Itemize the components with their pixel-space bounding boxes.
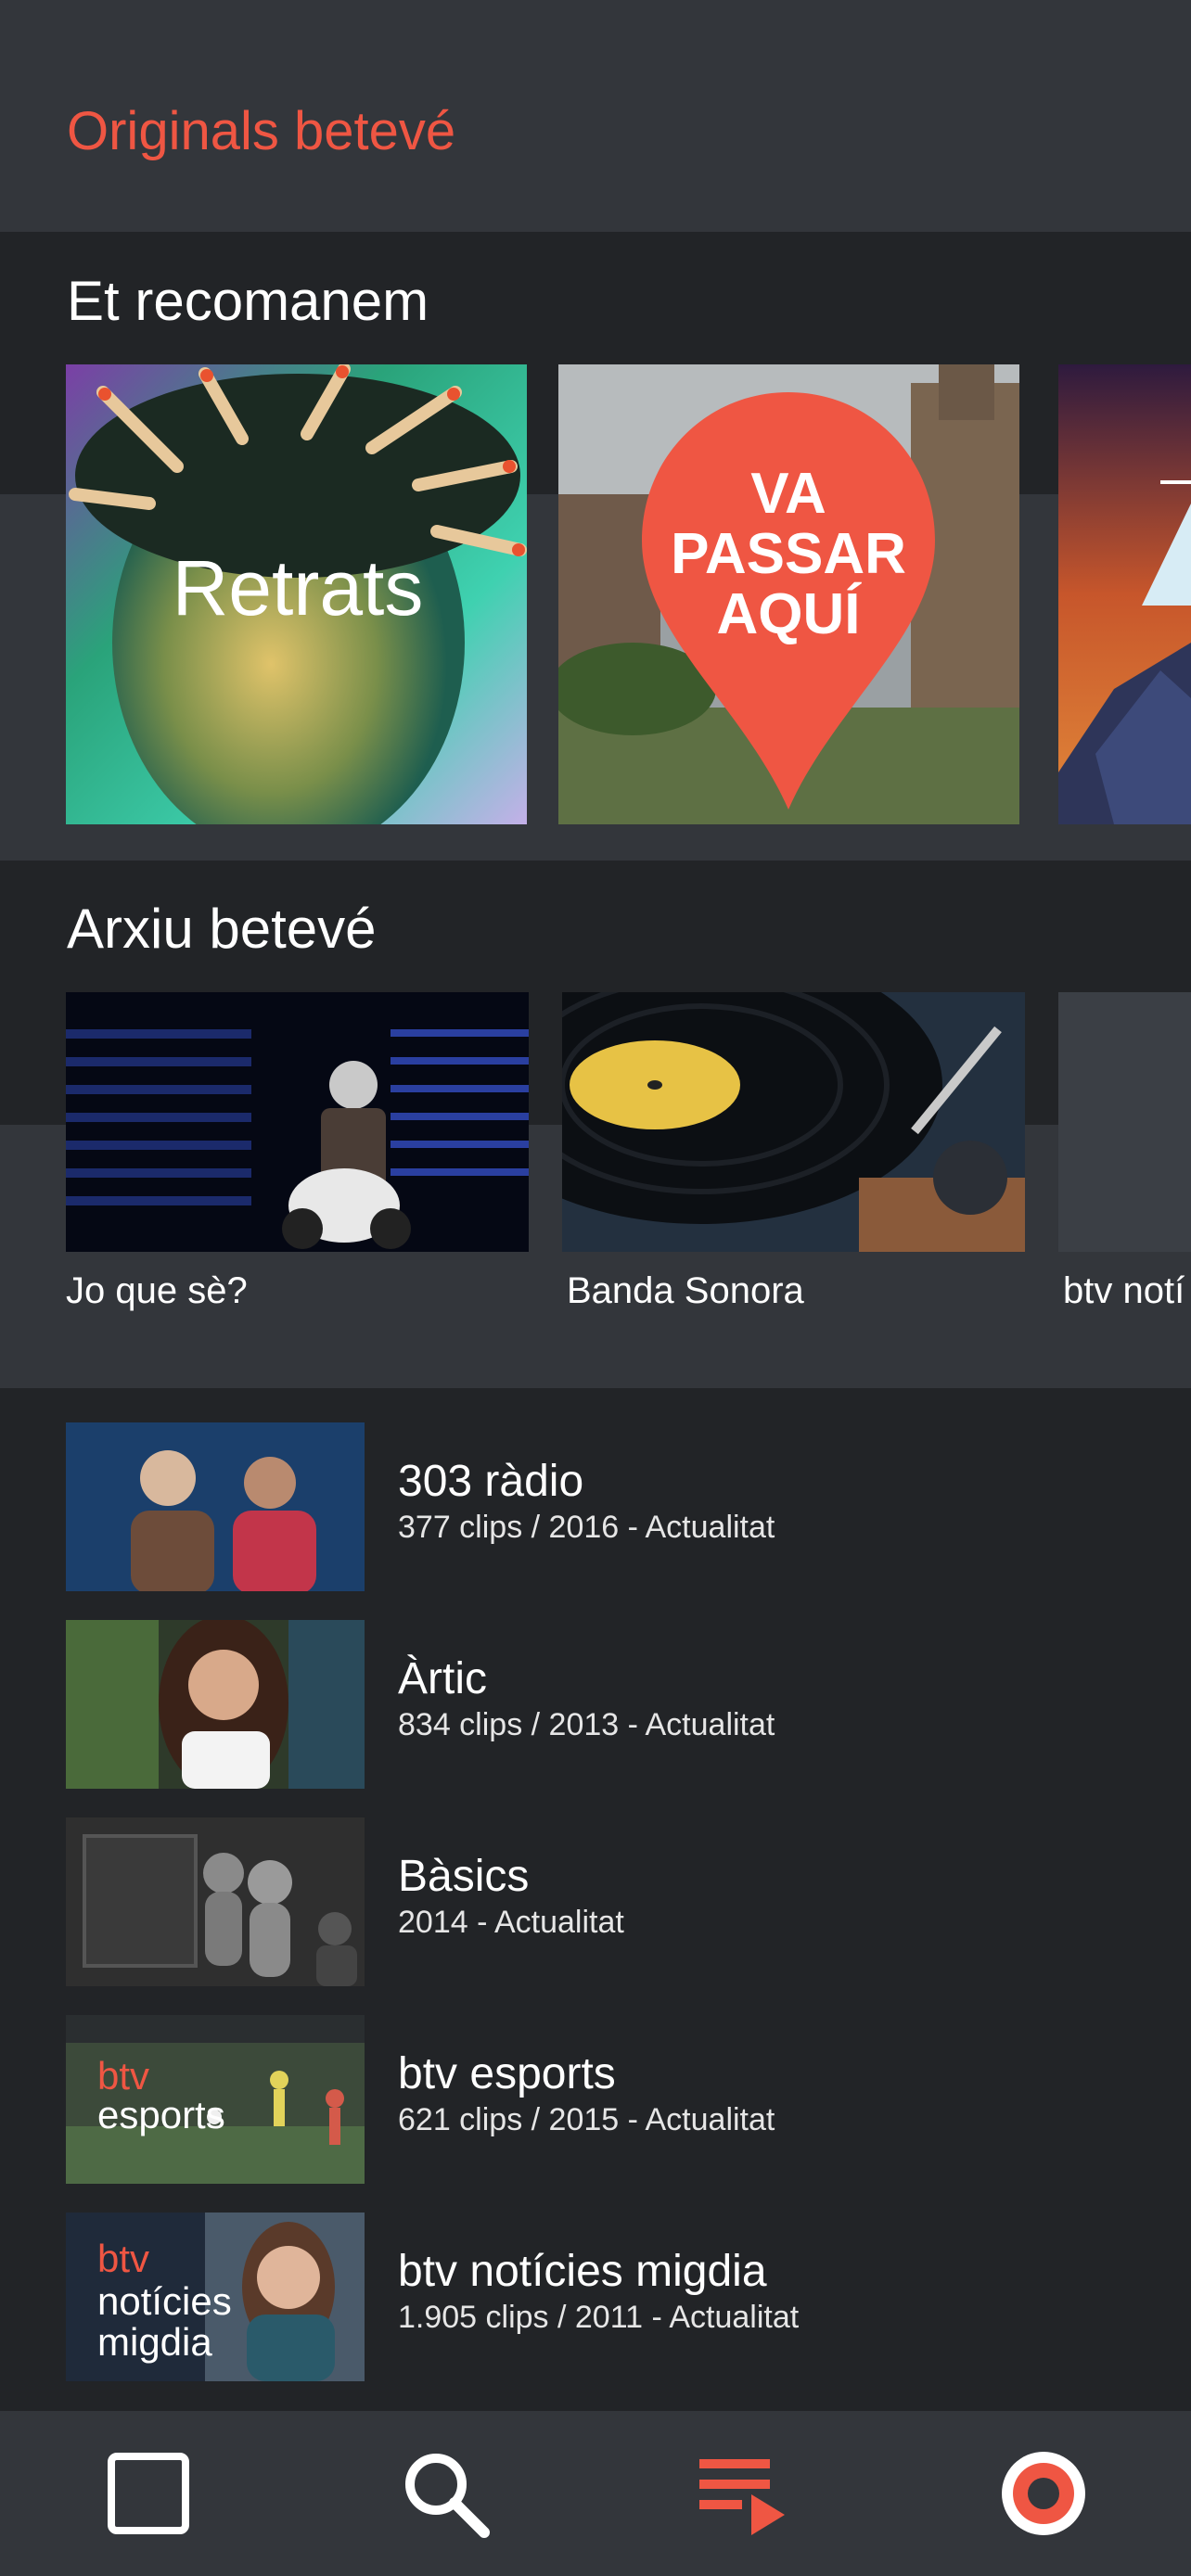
- thumb-line-text: esports: [97, 2093, 225, 2136]
- retrats-artwork: Retrats: [66, 364, 527, 824]
- program-subtitle: 621 clips / 2015 - Actualitat: [398, 2102, 775, 2137]
- program-thumbnail: [66, 1620, 365, 1789]
- list-item[interactable]: btv esports btv esports 621 clips / 2015…: [0, 2015, 1191, 2184]
- square-icon: [108, 2453, 189, 2534]
- retrats-overlay-text: Retrats: [173, 544, 424, 631]
- program-subtitle: 377 clips / 2016 - Actualitat: [398, 1510, 775, 1545]
- thumb-line-text: migdia: [97, 2320, 212, 2364]
- recommended-card-retrats[interactable]: Retrats: [66, 364, 527, 824]
- program-title: btv esports: [398, 2049, 616, 2098]
- bottom-navigation: [0, 2411, 1191, 2576]
- program-title: Bàsics: [398, 1852, 530, 1901]
- banda-sonora-thumbnail: [562, 992, 1025, 1252]
- program-subtitle: 2014 - Actualitat: [398, 1905, 624, 1940]
- program-subtitle: 834 clips / 2013 - Actualitat: [398, 1707, 775, 1742]
- archive-card-jo-que-se[interactable]: [66, 992, 529, 1252]
- recommended-section-title: Et recomanem: [67, 270, 429, 332]
- program-thumbnail: btv notícies migdia: [66, 2213, 365, 2381]
- btv-brand-text: btv: [97, 2237, 149, 2280]
- list-item[interactable]: btv notícies migdia btv notícies migdia …: [0, 2213, 1191, 2381]
- app-header: Originals betevé: [0, 0, 1191, 232]
- jo-que-se-thumbnail: [66, 992, 529, 1252]
- program-title: Àrtic: [398, 1654, 487, 1703]
- va-passar-aqui-line-3: AQUÍ: [717, 582, 863, 646]
- archive-card-partial[interactable]: [1058, 992, 1191, 1252]
- live-record-icon: [1002, 2452, 1085, 2535]
- thumb-line-text: notícies: [97, 2279, 232, 2323]
- archive-card-banda-sonora[interactable]: [562, 992, 1025, 1252]
- program-title: btv notícies migdia: [398, 2247, 767, 2296]
- nav-search-button[interactable]: [371, 2411, 519, 2576]
- archive-card-caption[interactable]: btv notí: [1063, 1270, 1185, 1312]
- list-item[interactable]: 303 ràdio 377 clips / 2016 - Actualitat: [0, 1422, 1191, 1591]
- btv-brand-text: btv: [97, 2054, 149, 2098]
- nav-playlist-button[interactable]: [668, 2411, 816, 2576]
- program-subtitle: 1.905 clips / 2011 - Actualitat: [398, 2300, 800, 2335]
- nav-home-button[interactable]: [74, 2411, 223, 2576]
- list-item[interactable]: Bàsics 2014 - Actualitat: [0, 1817, 1191, 1986]
- recommended-card-va-passar-aqui[interactable]: VA PASSAR AQUÍ: [558, 364, 1019, 824]
- page-title: Originals betevé: [67, 101, 456, 161]
- va-passar-aqui-line-2: PASSAR: [671, 522, 906, 586]
- mountain-artwork: [1058, 364, 1191, 824]
- playlist-icon: [699, 2459, 785, 2535]
- program-thumbnail: [66, 1422, 365, 1591]
- nav-live-button[interactable]: [969, 2411, 1118, 2576]
- program-title: 303 ràdio: [398, 1457, 584, 1506]
- archive-section-title: Arxiu betevé: [67, 898, 377, 960]
- va-passar-aqui-artwork: VA PASSAR AQUÍ: [558, 364, 1019, 824]
- program-thumbnail: [66, 1817, 365, 1986]
- search-icon: [405, 2454, 490, 2538]
- va-passar-aqui-line-1: VA: [750, 462, 826, 526]
- list-item[interactable]: Àrtic 834 clips / 2013 - Actualitat: [0, 1620, 1191, 1789]
- archive-card-caption[interactable]: Jo que sè?: [66, 1270, 248, 1312]
- program-thumbnail: btv esports: [66, 2015, 365, 2184]
- archive-card-caption[interactable]: Banda Sonora: [567, 1270, 804, 1312]
- recommended-card-partial[interactable]: [1058, 364, 1191, 824]
